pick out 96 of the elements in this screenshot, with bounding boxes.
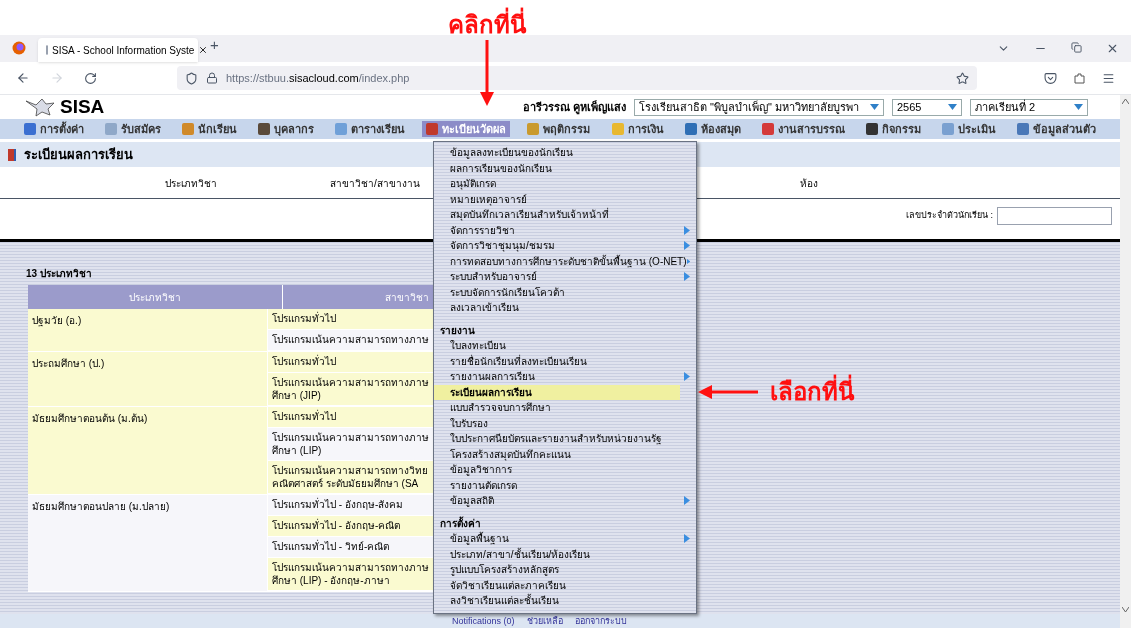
table-cell: มัธยมศึกษาตอนต้น (ม.ต้น) [28,407,268,494]
menu-item[interactable]: ระบบจัดการนักเรียนโควต้า [434,284,696,300]
menu-item[interactable]: ระบบสำหรับอาจารย์ [434,269,696,285]
menu-bar-item[interactable]: รับสมัคร [101,121,166,137]
table-cell: โปรแกรมทั่วไป - อังกฤษ-คณิต [268,516,433,537]
menu-item[interactable]: รูปแบบโครงสร้างหลักสูตร [434,562,696,578]
extensions-icon[interactable] [1073,71,1086,85]
menu-bar-item[interactable]: บุคลากร [254,121,319,137]
logo-text: SISA [60,94,105,119]
column-label: สาขาวิชา/สาขางาน [330,177,420,191]
menu-item[interactable]: อนุมัติเกรด [434,176,696,192]
menu-item[interactable]: ใบลงทะเบียน [434,338,696,354]
scroll-up-icon[interactable] [1122,99,1129,104]
menu-item[interactable]: รายงานผลการเรียน [434,369,696,385]
reload-icon[interactable] [84,71,97,85]
menu-item[interactable]: ข้อมูลพื้นฐาน [434,531,696,547]
annotation-text: เลือกที่นี่ [770,375,854,409]
table-cell: โปรแกรมเน้นความสามารถทางภาษ ศึกษา (LIP) [268,428,433,461]
menu-item[interactable]: ข้อมูลสถิติ [434,493,696,509]
table-cell: ปฐมวัย (อ.) [28,309,268,351]
dropdown-arrow-icon [1074,104,1083,110]
user-name: อารีวรรณ คูหเพ็ญแสง [522,99,626,116]
dropdown-arrow-icon [948,104,957,110]
table-cell: โปรแกรมทั่วไป [268,407,433,428]
year-select[interactable]: 2565 [892,98,962,116]
table-cell: ประถมศึกษา (ป.) [28,352,268,406]
scroll-down-icon[interactable] [1122,607,1129,612]
menu-item[interactable]: ประเภท/สาขา/ชั้นเรียน/ห้องเรียน [434,546,696,562]
menu-item[interactable]: จัดวิชาเรียนแต่ละภาคเรียน [434,577,696,593]
table-count: 13 ประเภทวิชา [26,267,92,281]
menu-item[interactable]: ใบรับรอง [434,415,696,431]
menu-item[interactable]: ข้อมูลวิชาการ [434,462,696,478]
browser-logo-icon [12,41,26,55]
school-select[interactable]: โรงเรียนสาธิต "พิบูลบำเพ็ญ" มหาวิทยาลัยบูรพา [634,98,884,116]
pocket-icon[interactable] [1044,71,1057,85]
menu-item[interactable]: ลงเวลาเข้าเรียน [434,300,696,316]
term-select[interactable]: ภาคเรียนที่ 2 [970,98,1088,116]
column-header: สาขาวิชา [384,290,430,305]
table-cell: โปรแกรมเน้นความสามารถทางภาษ ศึกษา (JIP) [268,373,433,406]
student-id-field[interactable] [997,207,1112,225]
menu-bar-item[interactable]: พฤติกรรม [523,121,595,137]
menu-bar-item[interactable]: ข้อมูลส่วนตัว [1012,121,1100,137]
table-cell: มัธยมศึกษาตอนปลาย (ม.ปลาย) [28,495,268,591]
help-link[interactable]: ช่วยเหลือ [526,616,563,626]
record-book-icon [8,148,16,161]
menu-bar-item[interactable]: กิจกรรม [861,121,925,137]
student-id-label: เลขประจำตัวนักเรียน : [906,209,993,223]
menu-item[interactable]: การทดสอบทางการศึกษาระดับชาติขั้นพื้นฐาน (O-NET) [434,253,696,269]
menu-item[interactable]: รายชื่อนักเรียนที่ลงทะเบียนเรียน [434,353,696,369]
new-tab-button[interactable]: + [210,33,219,56]
lock-icon [206,72,218,84]
menu-bar-item[interactable]: การตั้งค่า [20,121,88,137]
annotation-arrow [480,40,494,106]
menu-item[interactable]: ผลการเรียนของนักเรียน [434,160,696,176]
shield-icon [185,71,198,85]
annotation-arrow [698,385,758,399]
tab-title: SISA - School Information Syste [52,43,195,58]
address-bar[interactable]: https://stbuu.sisacloud.com/index.php [177,66,977,90]
menu-item[interactable]: สมุดบันทึกเวลาเรียนสำหรับเจ้าหน้าที่ [434,207,696,223]
menu-item[interactable]: ข้อมูลลงทะเบียนของนักเรียน [434,145,696,161]
menu-item[interactable]: แบบสำรวจจบการศึกษา [434,400,696,416]
menu-item[interactable]: ใบประกาศนียบัตรและรายงานสำหรับหน่วยงานรัฐ [434,431,696,447]
menu-item[interactable]: จัดการรายวิชา [434,222,696,238]
table-cell: โปรแกรมทั่วไป - วิทย์-คณิต [268,537,433,558]
menu-item[interactable]: จัดการวิชาชุมนุม/ชมรม [434,238,696,254]
dropdown-arrow-icon [870,104,879,110]
logout-link[interactable]: ออกจากระบบ [574,616,627,626]
menu-section-heading: รายงาน [439,323,476,338]
menu-item[interactable]: ระเบียนผลการเรียน [434,384,680,400]
table-cell: โปรแกรมเน้นความสามารถทางภาษ [268,330,433,351]
menu-section-heading: การตั้งค่า [439,515,482,531]
table-cell: โปรแกรมเน้นความสามารถทางวิทย คณิตศาสตร์ ระดับมัธยมศึกษา (SA [268,461,433,494]
menu-bar-item[interactable]: งานสารบรรณ [757,121,849,137]
menu-bar-item[interactable]: ประเมิน [937,121,1000,137]
menu-item[interactable]: รายงานตัดเกรด [434,477,696,493]
page-title: ระเบียนผลการเรียน [24,145,133,164]
table-cell: โปรแกรมทั่วไป - อังกฤษ-สังคม [268,495,433,516]
column-label: ประเภทวิชา [165,177,218,191]
restore-icon[interactable] [1071,42,1082,53]
menu-bar-item[interactable]: ห้องสมุด [680,121,745,137]
table-cell: โปรแกรมทั่วไป [268,352,433,373]
menu-bar-item[interactable]: ตารางเรียน [331,121,410,137]
close-icon[interactable] [198,45,209,55]
column-label: ห้อง [799,177,818,191]
notifications-link[interactable]: Notifications (0) [452,616,515,626]
menu-bar-item[interactable]: การเงิน [607,121,668,137]
bookmark-star-icon[interactable] [956,71,969,85]
table-cell: โปรแกรมเน้นความสามารถทางภาษ ศึกษา (LIP) - อังกฤษ-ภาษา [268,558,433,591]
close-icon[interactable] [1106,42,1119,55]
menu-item[interactable]: ลงวิชาเรียนแต่ละชั้นเรียน [434,593,696,609]
menu-item[interactable]: หมายเหตุอาจารย์ [434,191,696,207]
table-cell: โปรแกรมทั่วไป [268,309,433,330]
menu-item[interactable]: โครงสร้างสมุดบันทึกคะแนน [434,446,696,462]
back-icon[interactable] [16,71,30,85]
menu-icon[interactable] [1102,71,1115,85]
menu-bar-item[interactable]: นักเรียน [178,121,242,137]
